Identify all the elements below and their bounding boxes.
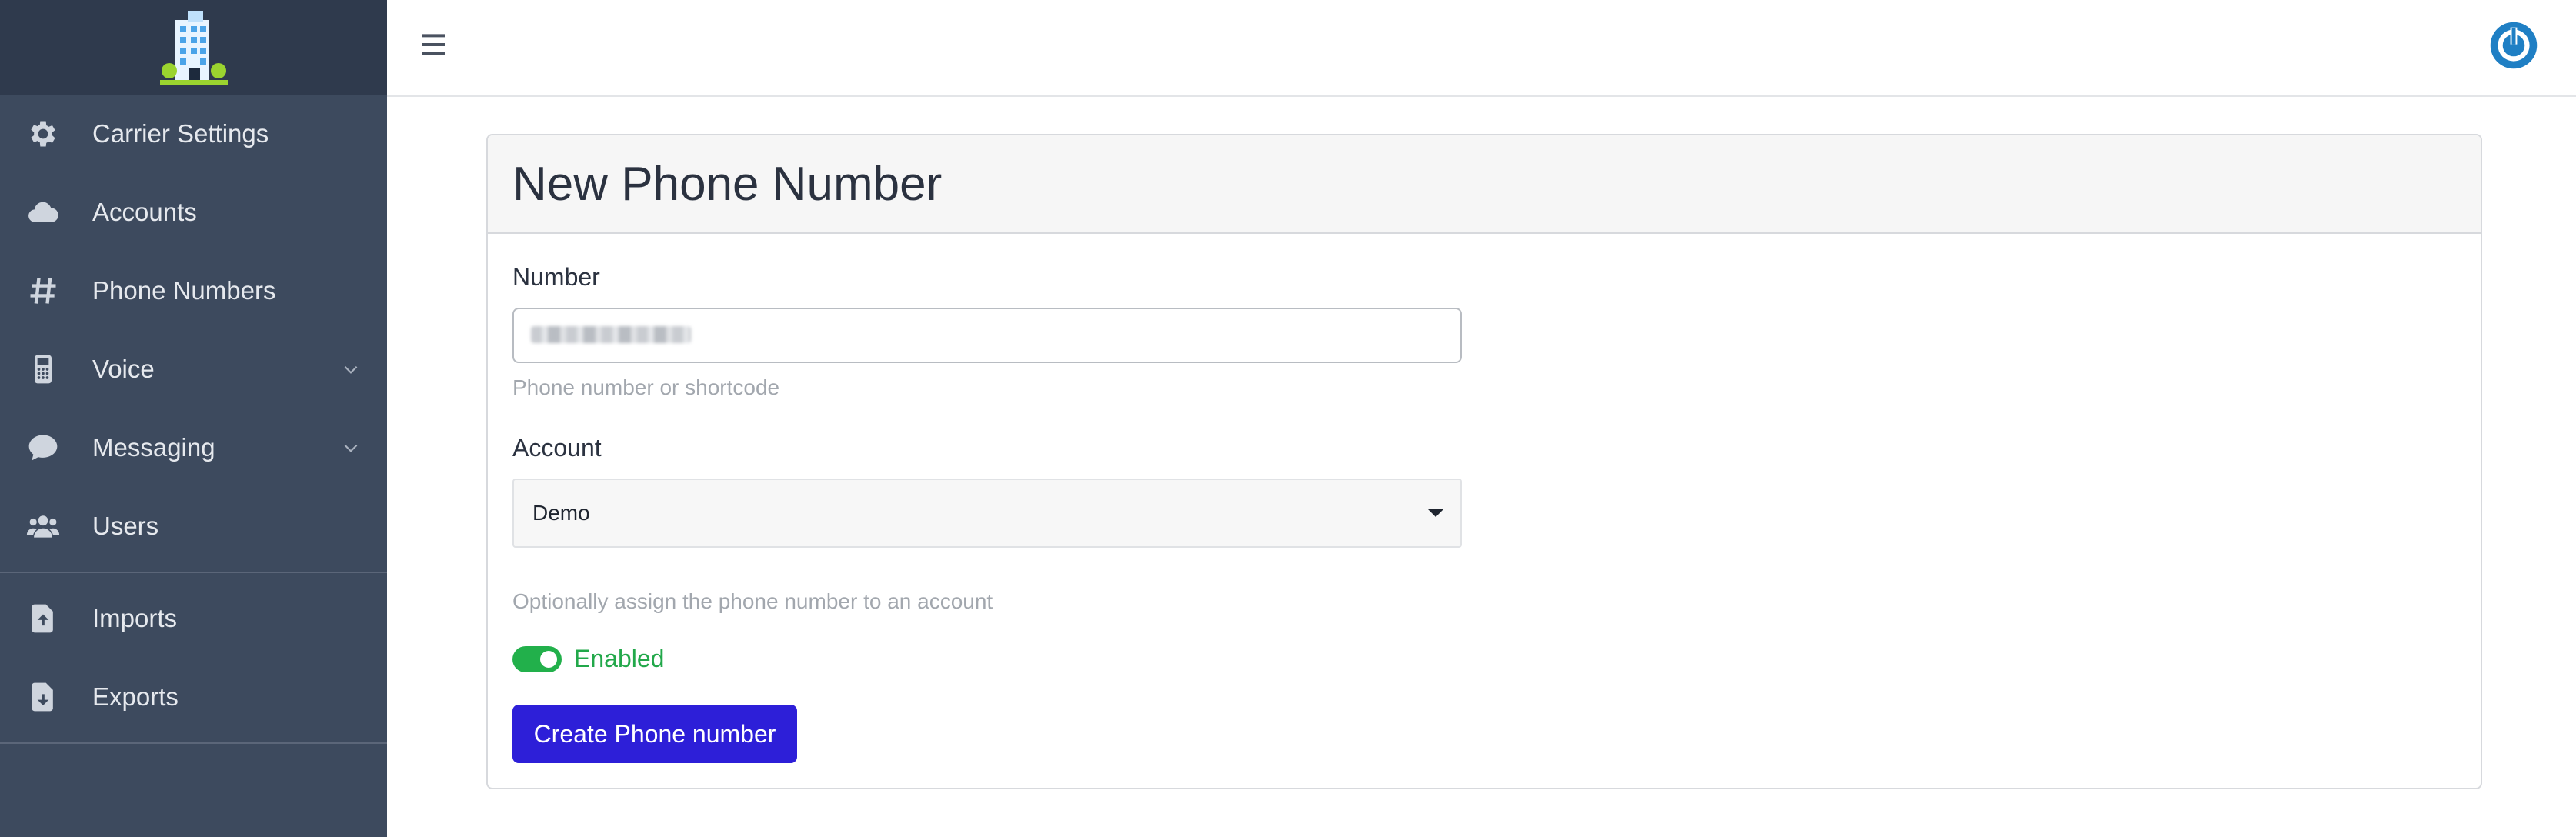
sidebar-divider xyxy=(0,572,387,573)
hamburger-menu-icon[interactable] xyxy=(418,29,449,60)
chevron-down-icon[interactable] xyxy=(341,359,361,379)
redacted-number-value xyxy=(531,326,691,343)
caret-down-icon xyxy=(1428,509,1443,517)
sidebar-item-carrier-settings[interactable]: Carrier Settings xyxy=(0,95,387,173)
chevron-down-icon[interactable] xyxy=(341,438,361,458)
sidebar-divider xyxy=(0,742,387,744)
sidebar-item-label: Exports xyxy=(92,682,179,711)
sidebar-item-label: Messaging xyxy=(92,433,215,462)
hashtag-icon xyxy=(26,274,60,308)
create-phone-number-button[interactable]: Create Phone number xyxy=(512,705,797,763)
top-bar xyxy=(387,0,2576,97)
enabled-toggle-row: Enabled xyxy=(512,645,664,673)
sidebar-item-label: Users xyxy=(92,512,159,540)
brand-header xyxy=(0,0,387,95)
file-download-icon xyxy=(26,680,60,714)
sidebar-item-voice[interactable]: Voice xyxy=(0,330,387,408)
sidebar-item-label: Carrier Settings xyxy=(92,119,269,148)
sidebar-item-label: Phone Numbers xyxy=(92,276,276,305)
enabled-label: Enabled xyxy=(574,645,665,672)
building-logo-icon[interactable] xyxy=(157,9,231,86)
sidebar-item-label: Accounts xyxy=(92,198,197,226)
sidebar-item-accounts[interactable]: Accounts xyxy=(0,173,387,252)
chat-bubble-icon xyxy=(26,431,60,465)
sidebar: Carrier Settings Accounts Phone Numbers … xyxy=(0,0,387,837)
power-icon[interactable] xyxy=(2488,20,2539,71)
account-help-text: Optionally assign the phone number to an… xyxy=(512,589,993,613)
enabled-toggle[interactable] xyxy=(512,645,562,672)
file-upload-icon xyxy=(26,602,60,635)
toggle-knob xyxy=(540,650,557,668)
sidebar-item-label: Voice xyxy=(92,355,155,383)
number-label: Number xyxy=(512,263,600,291)
sidebar-item-imports[interactable]: Imports xyxy=(0,579,387,658)
new-phone-number-card: New Phone Number Number Phone number or … xyxy=(486,134,2482,789)
account-select[interactable]: Demo xyxy=(512,479,1462,548)
account-selected-value: Demo xyxy=(532,501,590,525)
cloud-icon xyxy=(26,195,60,229)
users-icon xyxy=(26,509,60,543)
sidebar-item-label: Imports xyxy=(92,604,178,632)
number-help-text: Phone number or shortcode xyxy=(512,375,780,399)
page-title: New Phone Number xyxy=(512,157,943,211)
sidebar-item-exports[interactable]: Exports xyxy=(0,658,387,736)
phone-device-icon xyxy=(26,352,60,386)
account-label: Account xyxy=(512,434,602,462)
sidebar-item-messaging[interactable]: Messaging xyxy=(0,408,387,487)
sidebar-item-phone-numbers[interactable]: Phone Numbers xyxy=(0,252,387,330)
card-header: New Phone Number xyxy=(488,135,2481,234)
sidebar-item-users[interactable]: Users xyxy=(0,487,387,565)
gear-icon xyxy=(26,117,60,151)
